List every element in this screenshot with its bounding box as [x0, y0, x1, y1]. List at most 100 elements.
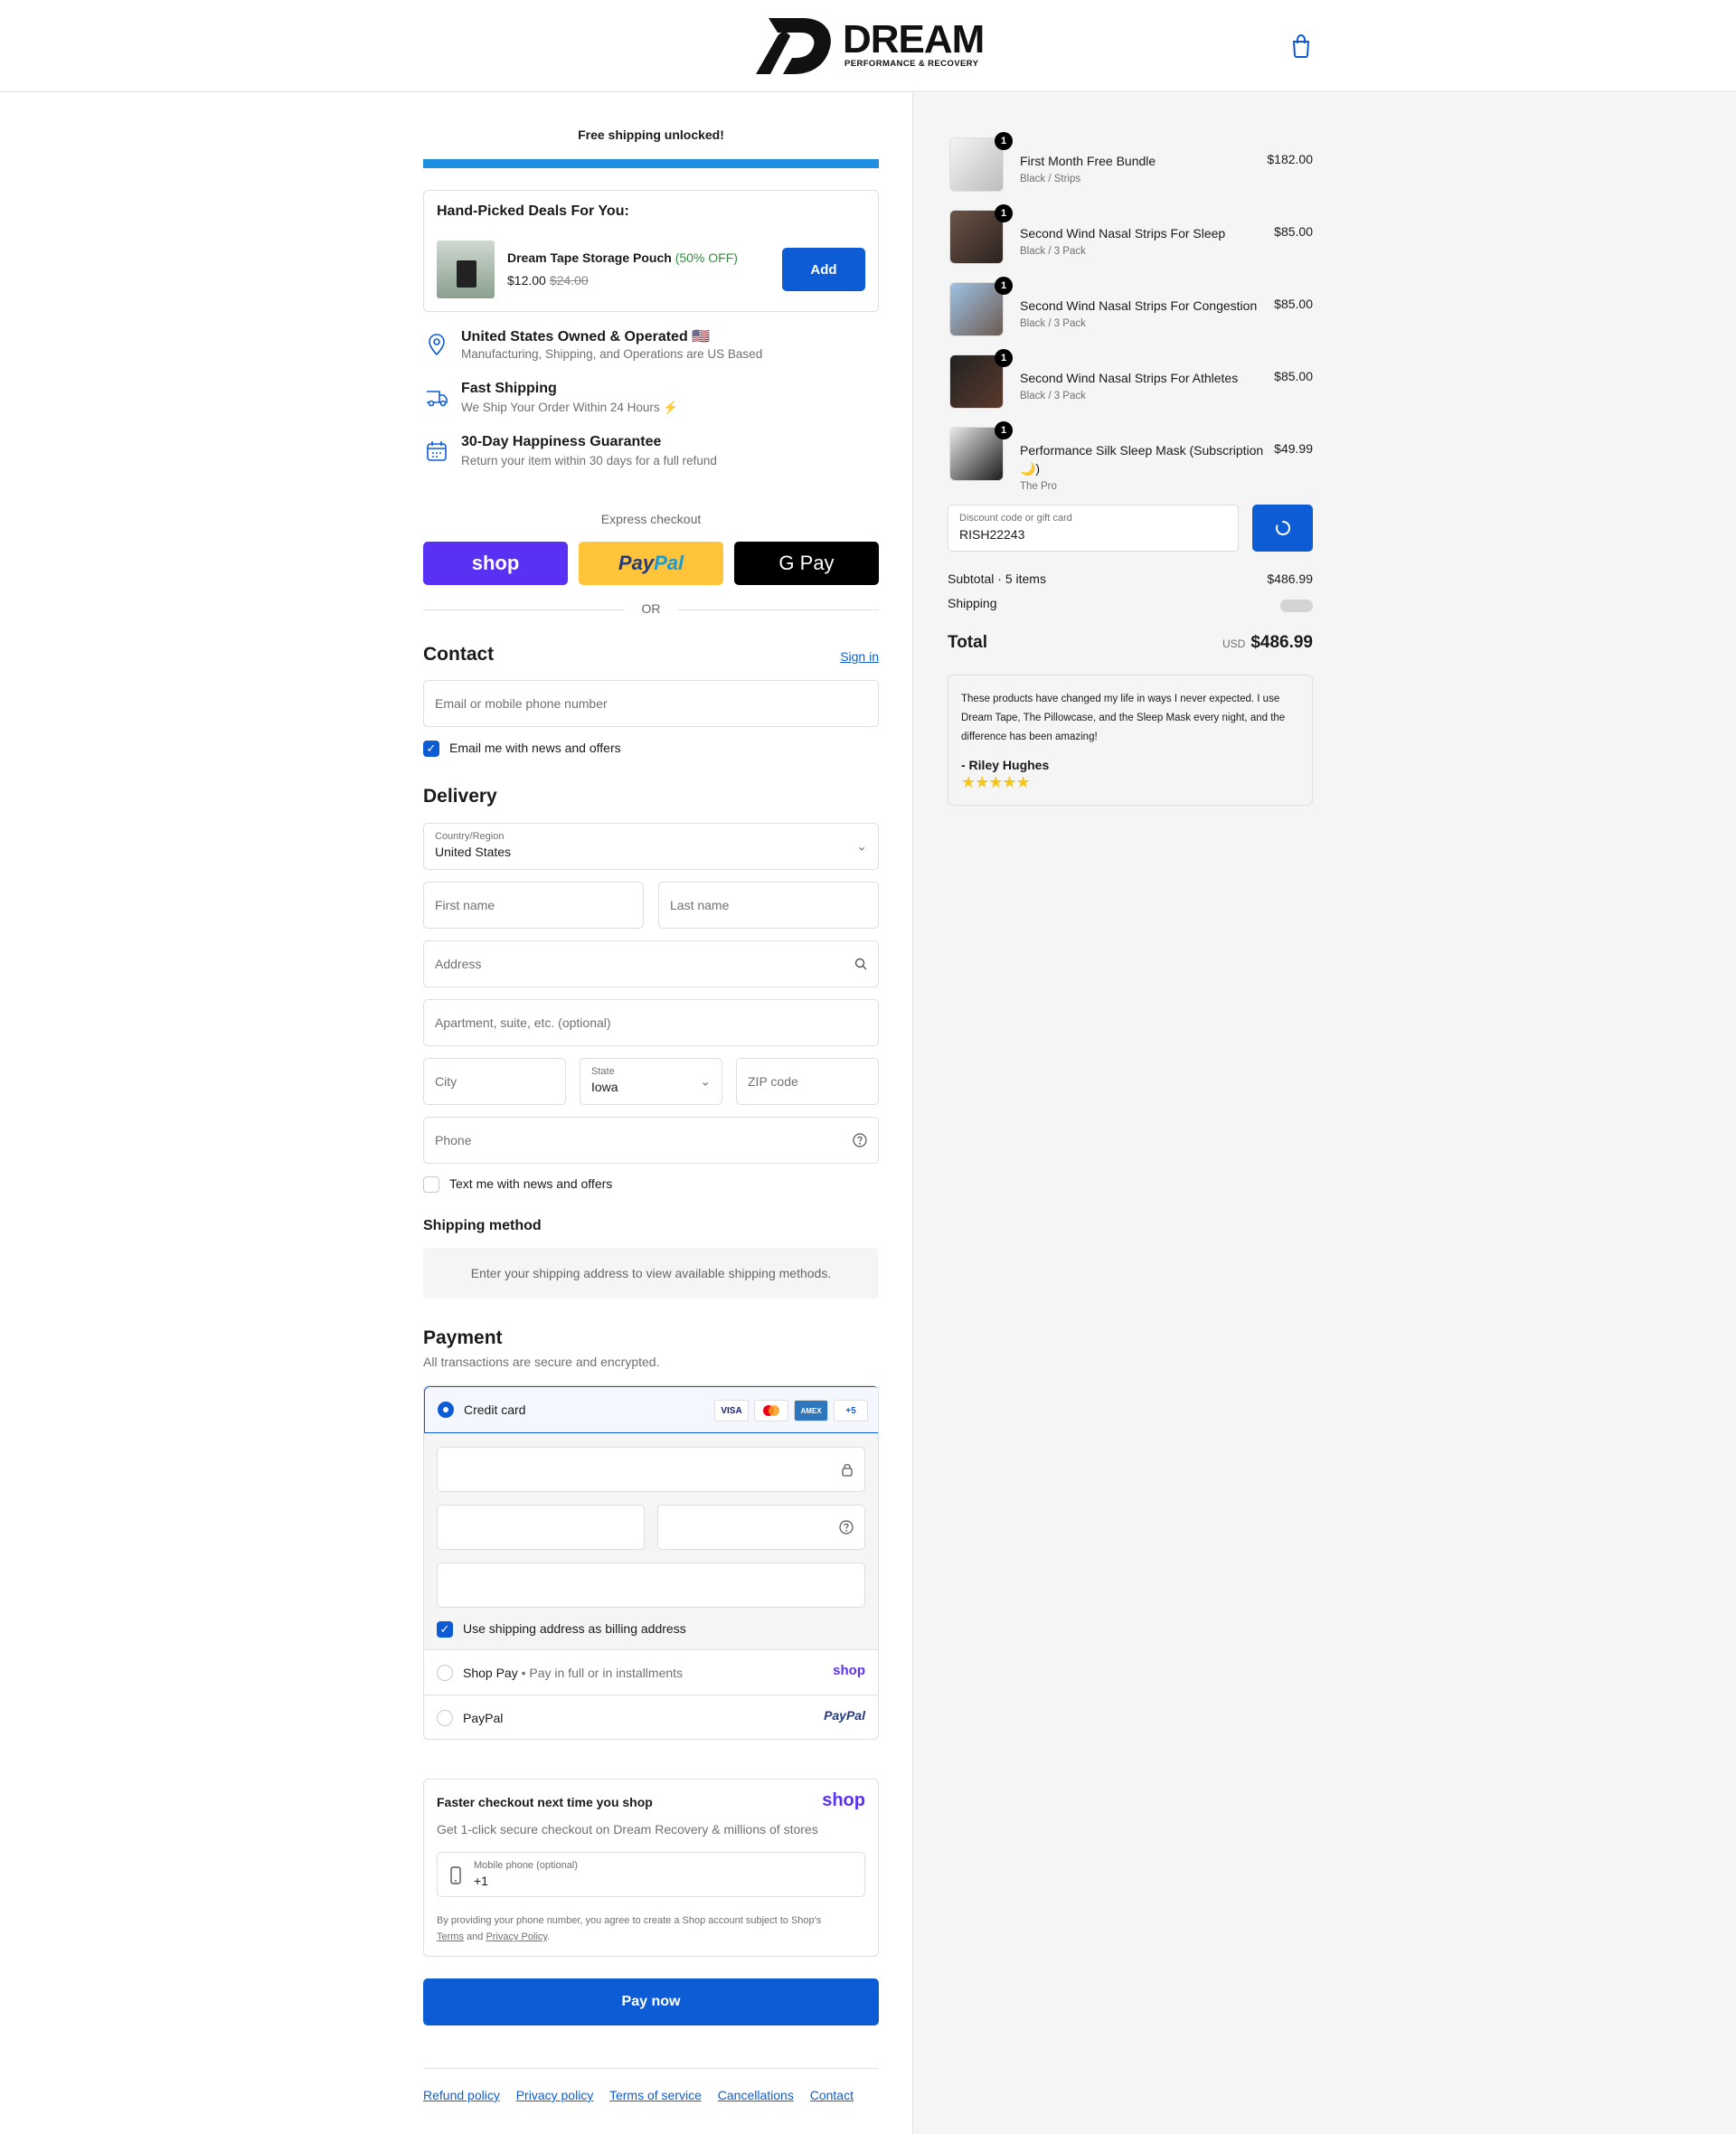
order-item-name: Second Wind Nasal Strips For Sleep: [1020, 226, 1226, 241]
deal-name-text: Dream Tape Storage Pouch: [507, 250, 672, 265]
paypal-logo: PayPal: [824, 1708, 865, 1723]
text-news-checkbox[interactable]: [423, 1176, 439, 1193]
state-value: Iowa: [591, 1080, 618, 1094]
terms-link[interactable]: Terms: [437, 1931, 464, 1942]
terms-period: .: [547, 1931, 551, 1942]
order-item-variant: Black / Strips: [1020, 174, 1081, 184]
help-circle-icon[interactable]: [853, 1133, 867, 1147]
google-pay-button[interactable]: G Pay: [734, 542, 879, 585]
order-item: 1 Second Wind Nasal Strips For Congestio…: [948, 277, 1313, 345]
country-select[interactable]: Country/Region United States ⌄: [423, 823, 879, 870]
feature-title: Fast Shipping: [461, 381, 557, 396]
pay-now-button[interactable]: Pay now: [423, 1978, 879, 2025]
email-news-checkbox[interactable]: ✓: [423, 741, 439, 757]
address-field[interactable]: Address: [423, 940, 879, 987]
state-select[interactable]: State Iowa ⌄: [580, 1058, 722, 1105]
shopping-bag-icon[interactable]: [1291, 33, 1311, 58]
card-expiry-field[interactable]: [437, 1505, 645, 1550]
mobile-phone-icon: [450, 1866, 461, 1884]
shop-pay-radio[interactable]: [437, 1665, 453, 1681]
credit-card-label: Credit card: [464, 1402, 526, 1417]
contact-link[interactable]: Contact: [810, 2088, 854, 2102]
refund-policy-link[interactable]: Refund policy: [423, 2088, 500, 2102]
paypal-label: PayPal: [463, 1711, 504, 1725]
feature-fast-shipping: Fast Shipping We Ship Your Order Within …: [423, 381, 879, 426]
faster-checkout-title: Faster checkout next time you shop: [437, 1795, 653, 1809]
credit-card-form: ✓ Use shipping address as billing addres…: [424, 1433, 878, 1650]
subtotal-value: $486.99: [1267, 571, 1313, 586]
city-field[interactable]: City: [423, 1058, 566, 1105]
free-shipping-progress-bar: [423, 159, 879, 168]
order-item-variant: The Pro: [1020, 481, 1057, 492]
deal-price: $12.00 $24.00: [507, 273, 589, 288]
total-amount: $486.99: [1250, 633, 1313, 652]
order-item-price: $85.00: [1274, 297, 1313, 311]
loading-spinner-icon: [1275, 520, 1290, 535]
review-author: - Riley Hughes: [961, 758, 1050, 772]
phone-field[interactable]: Phone: [423, 1117, 879, 1164]
total-value: USD $486.99: [1222, 633, 1313, 653]
privacy-policy-footer-link[interactable]: Privacy policy: [516, 2088, 594, 2102]
visa-icon: VISA: [714, 1400, 749, 1421]
order-item-variant: Black / 3 Pack: [1020, 318, 1086, 329]
city-placeholder: City: [435, 1074, 458, 1089]
billing-same-checkbox[interactable]: ✓: [437, 1621, 453, 1638]
order-item-name: First Month Free Bundle: [1020, 154, 1156, 168]
first-name-field[interactable]: First name: [423, 882, 644, 929]
order-item: 1 Performance Silk Sleep Mask (Subscript…: [948, 421, 1313, 492]
deal-old-price: $24.00: [549, 273, 589, 288]
shop-logo: shop: [822, 1790, 865, 1810]
shop-pay-sub: • Pay in full or in installments: [521, 1666, 684, 1680]
email-news-label: Email me with news and offers: [449, 741, 621, 755]
express-checkout-label: Express checkout: [600, 512, 702, 526]
amex-icon: AMEX: [794, 1400, 828, 1421]
terms-of-service-link[interactable]: Terms of service: [609, 2088, 702, 2102]
sign-in-link[interactable]: Sign in: [840, 649, 879, 664]
paypal-option[interactable]: PayPal PayPal: [424, 1695, 878, 1739]
card-number-field[interactable]: [437, 1447, 865, 1492]
footer-links: Refund policy Privacy policy Terms of se…: [423, 2088, 866, 2102]
shop-pay-button[interactable]: shop: [423, 542, 568, 585]
credit-card-radio[interactable]: [438, 1402, 454, 1418]
header: DREAM PERFORMANCE & RECOVERY: [0, 0, 1736, 92]
email-field[interactable]: Email or mobile phone number: [423, 680, 879, 727]
credit-card-option[interactable]: Credit card VISA AMEX +5: [424, 1386, 878, 1433]
shop-pay-logo: shop: [833, 1663, 865, 1678]
zip-field[interactable]: ZIP code: [736, 1058, 879, 1105]
faster-checkout-card: Faster checkout next time you shop shop …: [423, 1779, 879, 1957]
apartment-field[interactable]: Apartment, suite, etc. (optional): [423, 999, 879, 1046]
logo-tagline: PERFORMANCE & RECOVERY: [844, 59, 979, 69]
add-deal-button[interactable]: Add: [782, 248, 865, 291]
privacy-policy-link[interactable]: Privacy Policy: [486, 1931, 547, 1942]
apply-discount-button[interactable]: [1252, 505, 1313, 552]
help-circle-icon[interactable]: [839, 1520, 854, 1534]
shipping-row: Shipping: [948, 596, 1313, 612]
address-placeholder: Address: [435, 957, 482, 971]
lock-icon: [842, 1464, 853, 1477]
card-security-code-field[interactable]: [657, 1505, 865, 1550]
discount-code-field[interactable]: Discount code or gift card RISH22243: [948, 505, 1239, 552]
logo-wordmark: DREAM: [843, 17, 985, 61]
cancellations-link[interactable]: Cancellations: [718, 2088, 794, 2102]
email-placeholder: Email or mobile phone number: [435, 696, 608, 711]
free-shipping-banner: Free shipping unlocked!: [578, 127, 724, 142]
more-cards-badge: +5: [834, 1400, 868, 1421]
feature-guarantee: 30-Day Happiness Guarantee Return your i…: [423, 434, 879, 479]
paypal-radio[interactable]: [437, 1710, 453, 1726]
paypal-button[interactable]: Pay Pal: [579, 542, 723, 585]
deal-product-image: [437, 241, 495, 298]
quantity-badge: 1: [995, 421, 1013, 439]
name-on-card-field[interactable]: [437, 1563, 865, 1608]
deal-discount: (50% OFF): [675, 250, 738, 265]
terms-and-text: and: [467, 1931, 484, 1942]
mobile-phone-field[interactable]: Mobile phone (optional) +1: [437, 1852, 865, 1897]
last-name-field[interactable]: Last name: [658, 882, 879, 929]
feature-us-owned: United States Owned & Operated 🇺🇸 Manufa…: [423, 327, 879, 373]
or-label: OR: [624, 601, 678, 616]
payment-methods: Credit card VISA AMEX +5 ✓ Use shipping …: [423, 1385, 879, 1740]
phone-placeholder: Phone: [435, 1133, 472, 1147]
shop-pay-option[interactable]: Shop Pay • Pay in full or in installment…: [424, 1650, 878, 1695]
card-badges: VISA AMEX +5: [714, 1400, 868, 1421]
apartment-placeholder: Apartment, suite, etc. (optional): [435, 1015, 611, 1030]
dream-logo[interactable]: DREAM PERFORMANCE & RECOVERY: [750, 18, 986, 74]
